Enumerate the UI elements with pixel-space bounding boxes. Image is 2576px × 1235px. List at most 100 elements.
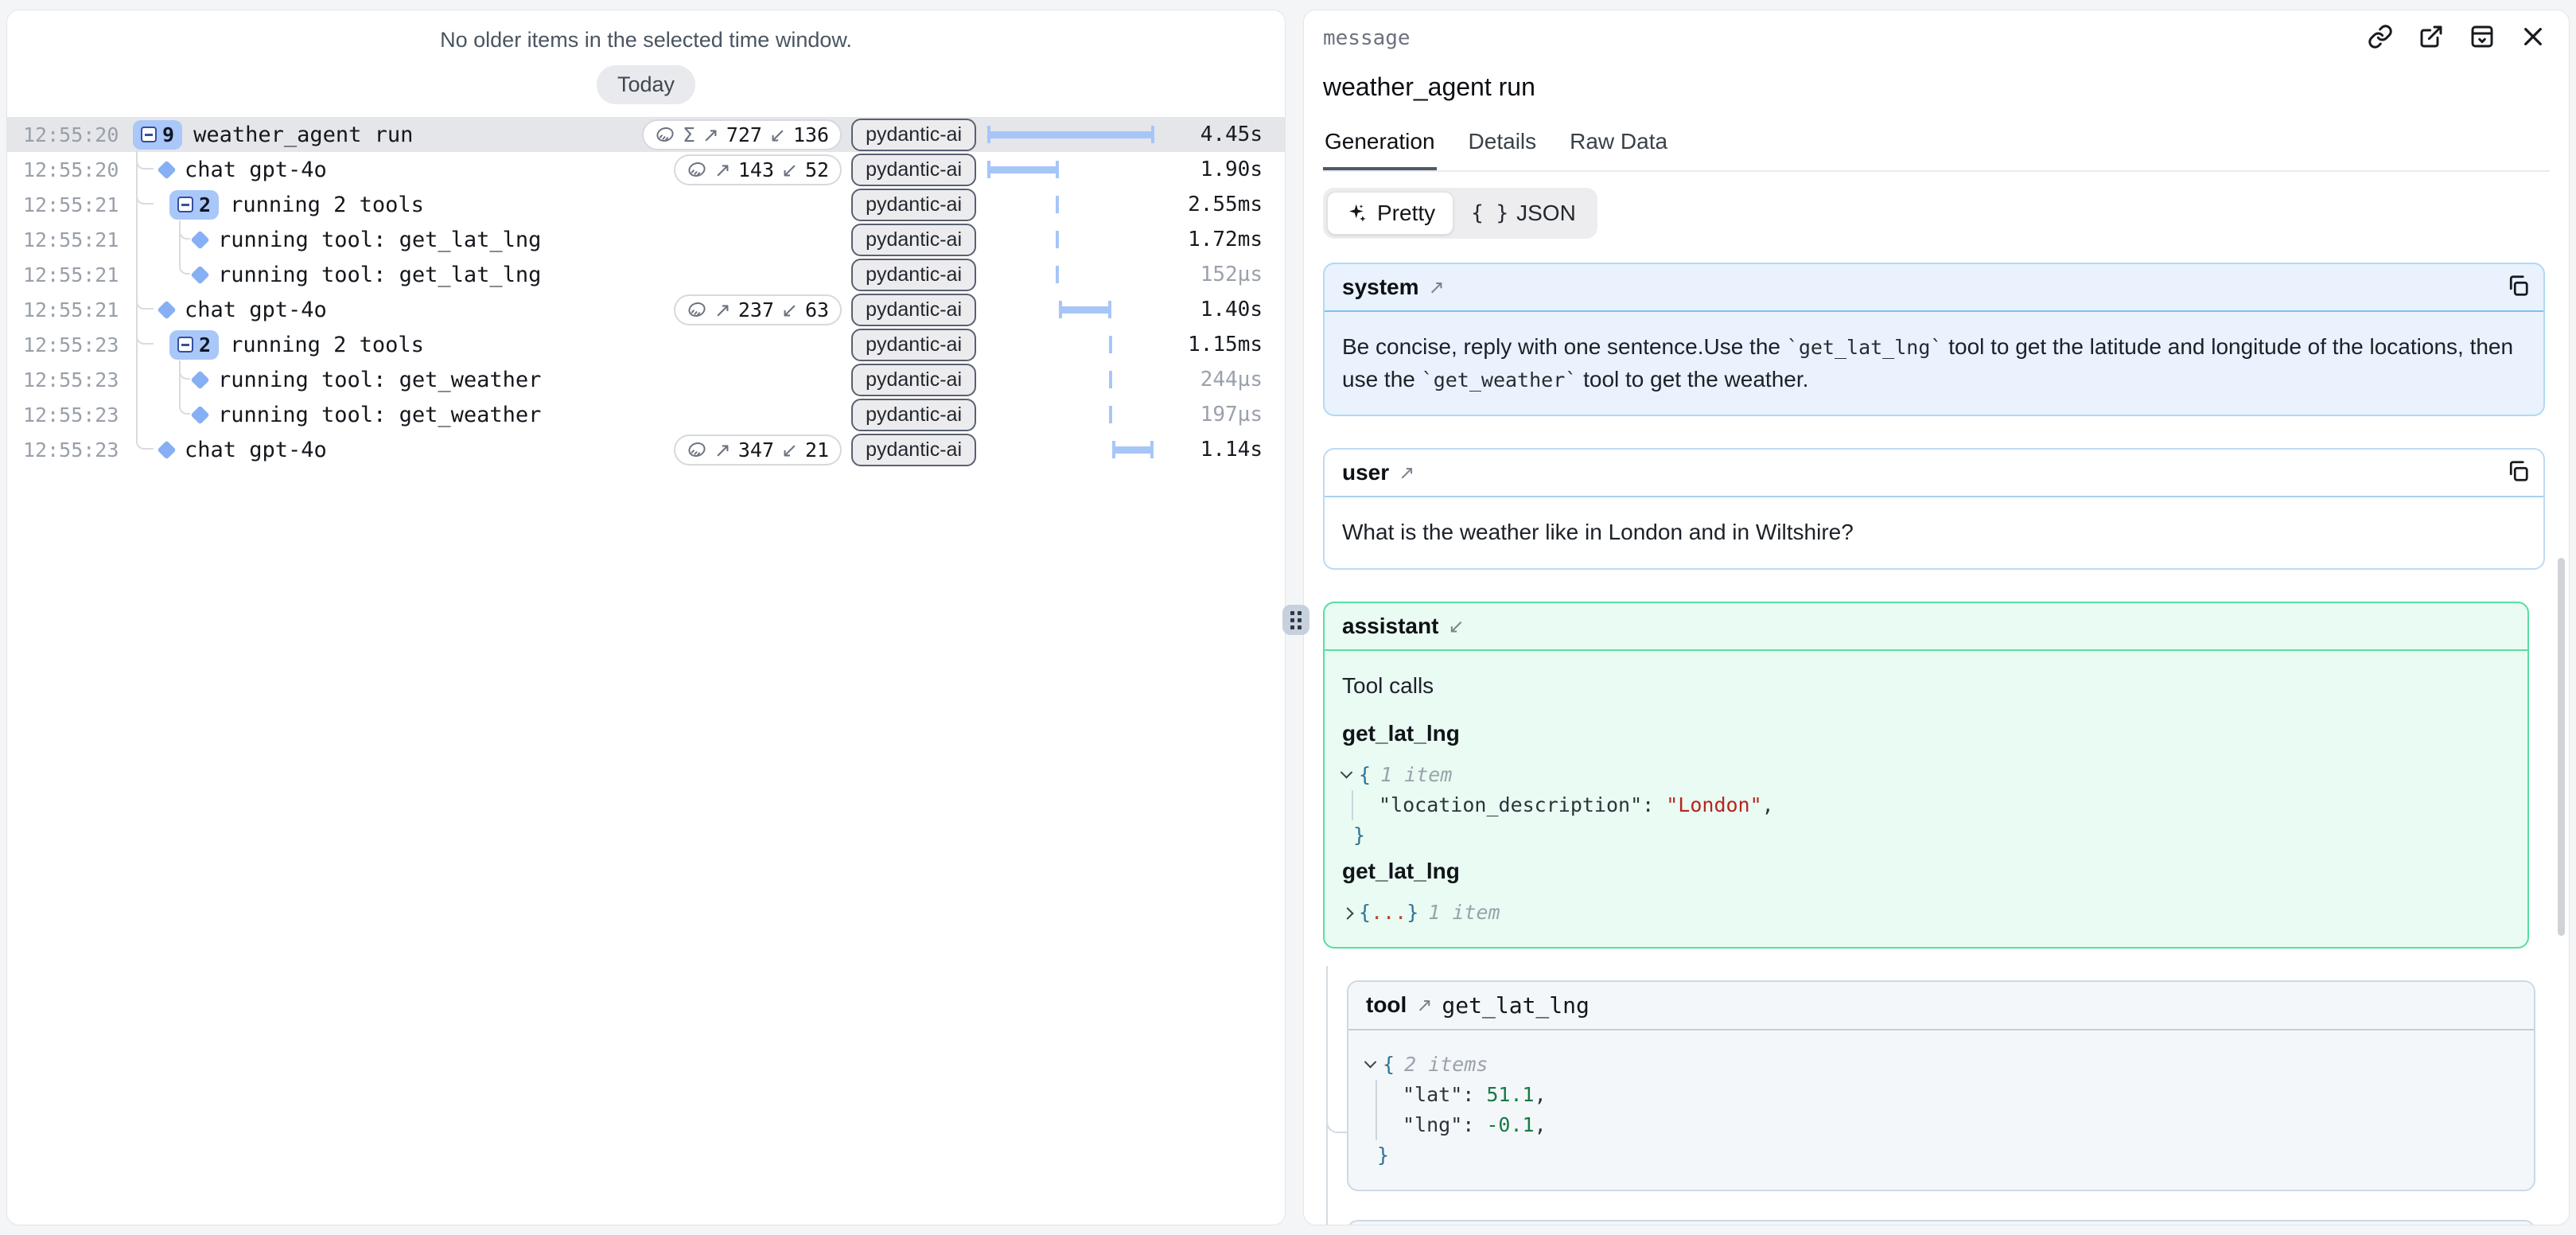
span-row[interactable]: 12:55:23running tool: get_weatherpydanti… [7, 397, 1285, 432]
span-row[interactable]: 12:55:212running 2 toolspydantic-ai2.55m… [7, 187, 1285, 222]
panel-resize-handle[interactable] [1282, 605, 1309, 635]
chevron-right-icon[interactable] [1341, 907, 1354, 920]
tokens-in-count: 347 [738, 438, 774, 462]
json-close-line: } [1342, 820, 2510, 851]
token-usage-badge: Σ↗727↙136 [642, 119, 842, 150]
tokens-down-arrow-icon: ↙ [781, 298, 798, 321]
token-usage-badge: ↗347↙21 [674, 434, 842, 466]
tab-generation[interactable]: Generation [1323, 129, 1437, 170]
span-start-time: 12:55:21 [23, 228, 125, 251]
tab-raw-data[interactable]: Raw Data [1568, 129, 1669, 170]
json-entry-line: "lng": -0.1, [1403, 1110, 2516, 1140]
span-tree-cell: 2 running 2 tools [125, 190, 851, 220]
assistant-message-body: Tool calls get_lat_lng{1 item"location_d… [1325, 651, 2527, 947]
user-message-header: user ↗ [1325, 450, 2543, 497]
chevron-down-icon[interactable] [1364, 1056, 1377, 1069]
child-count: 9 [162, 123, 174, 146]
span-row[interactable]: 12:55:23running tool: get_weatherpydanti… [7, 362, 1285, 397]
timeline-bar-end-cap [1108, 301, 1111, 318]
tool-call-name: get_lat_lng [1342, 718, 2510, 750]
span-start-time: 12:55:23 [23, 403, 125, 427]
span-row[interactable]: 12:55:21chat gpt-4o↗237↙63pydantic-ai1.4… [7, 292, 1285, 327]
timeline-tick [1109, 406, 1112, 423]
span-duration: 197µs [1165, 403, 1263, 427]
span-tree-cell: running tool: get_lat_lng [125, 228, 851, 252]
timeline-cell [987, 222, 1154, 257]
span-tree-cell: 9weather_agent run [125, 120, 642, 150]
timeline-bar [987, 166, 1059, 173]
collapse-toggle-badge[interactable]: 9 [133, 120, 182, 150]
span-duration: 1.90s [1165, 158, 1263, 181]
token-coin-icon [687, 299, 707, 320]
span-row[interactable]: 12:55:20chat gpt-4o↗143↙52pydantic-ai1.9… [7, 152, 1285, 187]
panel-kind-label: message [1323, 26, 1411, 50]
service-tag: pydantic-ai [851, 259, 976, 291]
json-close-brace: } [1353, 820, 1365, 851]
json-key: "location_description": [1379, 790, 1666, 820]
timeline-tick [1056, 231, 1059, 248]
chevron-down-icon[interactable] [1341, 766, 1353, 779]
child-count: 2 [199, 333, 211, 356]
dock-panel-icon[interactable] [2467, 21, 2497, 52]
json-view-option[interactable]: { } JSON [1453, 193, 1593, 234]
json-collapsed-dots: ... [1371, 898, 1407, 928]
span-tree-cell: running tool: get_weather [125, 403, 851, 427]
tokens-down-arrow-icon: ↙ [769, 123, 786, 146]
pretty-view-option[interactable]: Pretty [1327, 192, 1453, 235]
assistant-message-header: assistant ↙ [1325, 603, 2527, 651]
timeline-cell [987, 327, 1154, 362]
json-open-line: {2 items [1366, 1050, 2516, 1080]
copy-icon[interactable] [2504, 458, 2532, 486]
timeline-bar-end-cap [1151, 126, 1154, 143]
vertical-scrollbar[interactable] [2558, 558, 2565, 936]
collapse-toggle-badge[interactable]: 2 [169, 330, 219, 360]
role-label: user [1342, 460, 1389, 485]
timeline-bar [1059, 306, 1111, 314]
collapse-minus-icon [177, 197, 193, 212]
json-open-brace: { [1383, 1050, 1395, 1080]
close-icon[interactable] [2518, 21, 2548, 52]
json-entries: "location_description": "London", [1352, 790, 2510, 820]
timeline-bar-end-cap [1150, 441, 1154, 458]
timeline-tick [1056, 266, 1059, 283]
open-external-icon[interactable] [2416, 21, 2446, 52]
copy-icon[interactable] [2504, 272, 2532, 301]
span-row[interactable]: 12:55:21running tool: get_lat_lngpydanti… [7, 222, 1285, 257]
tokens-in-count: 143 [738, 158, 774, 181]
service-tag: pydantic-ai [851, 434, 976, 466]
span-row[interactable]: 12:55:232running 2 toolspydantic-ai1.15m… [7, 327, 1285, 362]
tool-result-body: {2 items"lat": 51.1,"lng": -0.1,} [1348, 1030, 2534, 1190]
system-message-card: system ↗ Be concise, reply with one sent… [1323, 263, 2545, 416]
span-row[interactable]: 12:55:209weather_agent runΣ↗727↙136pydan… [7, 117, 1285, 152]
timeline-cell [987, 187, 1154, 222]
json-open-brace: { [1359, 760, 1371, 790]
span-diamond-icon [190, 405, 209, 424]
copy-link-icon[interactable] [2365, 21, 2395, 52]
json-comma: , [1762, 790, 1774, 820]
json-key: "lat": [1403, 1080, 1486, 1110]
collapse-toggle-badge[interactable]: 2 [169, 190, 219, 220]
span-duration: 1.14s [1165, 438, 1263, 462]
role-label: system [1342, 275, 1419, 300]
span-label: running tool: get_lat_lng [218, 263, 541, 287]
json-comma: , [1535, 1110, 1547, 1140]
system-message-text: Be concise, reply with one sentence.Use … [1325, 312, 2543, 415]
tool-result-header: tool↗get_lat_lng [1348, 1221, 2534, 1225]
span-duration: 1.40s [1165, 298, 1263, 321]
tokens-up-arrow-icon: ↗ [714, 438, 731, 462]
span-row[interactable]: 12:55:21running tool: get_lat_lngpydanti… [7, 257, 1285, 292]
json-number-value: 51.1 [1486, 1080, 1534, 1110]
span-duration: 2.55ms [1165, 193, 1263, 216]
tool-result-card: tool↗get_lat_lng{2 items"lat": 51.1,"lng… [1347, 980, 2535, 1191]
span-row[interactable]: 12:55:23chat gpt-4o↗347↙21pydantic-ai1.1… [7, 432, 1285, 467]
json-entries: "lat": 51.1,"lng": -0.1, [1376, 1080, 2516, 1140]
timeline-cell [987, 397, 1154, 432]
tokens-out-count: 21 [805, 438, 829, 462]
span-label: running 2 tools [230, 193, 424, 217]
empty-window-notice: No older items in the selected time wind… [7, 28, 1285, 53]
json-open-brace: { [1359, 898, 1371, 928]
tab-details[interactable]: Details [1467, 129, 1539, 170]
span-start-time: 12:55:20 [23, 123, 125, 146]
span-start-time: 12:55:20 [23, 158, 125, 181]
today-button[interactable]: Today [597, 65, 695, 104]
